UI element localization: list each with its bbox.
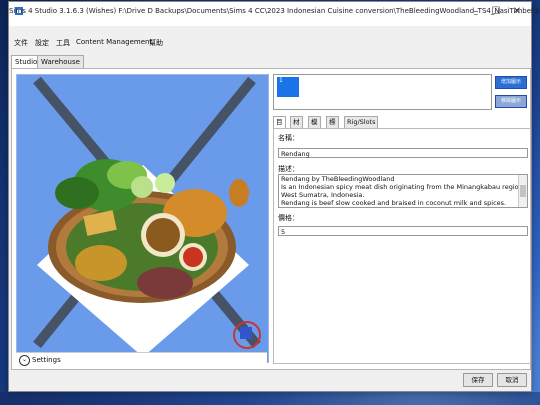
settings-toggle[interactable]: ⌄ Settings xyxy=(16,352,267,366)
name-label: 名稱： xyxy=(278,134,299,142)
tab-warehouse[interactable]: Warehouse xyxy=(37,55,84,68)
tab-model[interactable]: 模型 xyxy=(308,116,321,137)
model-preview[interactable] xyxy=(16,74,269,363)
title-bar: Sims 4 Studio 3.1.6.3 (Wishes) F:\Drive … xyxy=(9,2,540,26)
price-field[interactable]: 5 xyxy=(278,226,528,236)
window-title: Sims 4 Studio 3.1.6.3 (Wishes) F:\Drive … xyxy=(9,7,540,15)
chevron-down-icon: ⌄ xyxy=(19,355,30,366)
tab-shading[interactable]: 標籤 xyxy=(326,116,339,137)
description-label: 描述： xyxy=(278,165,299,173)
scrollbar-thumb[interactable] xyxy=(520,185,526,197)
taskbar xyxy=(0,392,540,405)
catalog-properties: 名稱： Rendang 描述： Rendang by TheBleedingWo… xyxy=(273,128,531,364)
tab-material[interactable]: 材質 xyxy=(290,116,303,137)
remove-thumbnail-button[interactable]: 移除圖示 xyxy=(495,95,527,108)
description-scrollbar[interactable] xyxy=(518,175,527,207)
cancel-button[interactable]: 取消 xyxy=(497,373,527,387)
app-window: Sims 4 Studio 3.1.6.3 (Wishes) F:\Drive … xyxy=(8,1,540,392)
dialog-buttons: 保存 取消 xyxy=(9,370,531,390)
description-line: Is an Indonesian spicy meat dish origina… xyxy=(281,183,528,191)
thumbnail-list: 1 xyxy=(273,74,492,110)
name-field[interactable]: Rendang xyxy=(278,148,528,158)
menu-help[interactable]: 幫助 xyxy=(149,38,163,48)
menu-content-management[interactable]: Content Management xyxy=(76,38,152,46)
menu-tools[interactable]: 工具 xyxy=(56,38,70,48)
minimize-button[interactable]: – xyxy=(465,3,487,21)
add-thumbnail-button[interactable]: 增加圖示 xyxy=(495,76,527,89)
description-line: West Sumatra, Indonesia. xyxy=(281,191,365,199)
description-line: Rendang is beef slow cooked and braised … xyxy=(281,199,507,207)
save-button[interactable]: 保存 xyxy=(463,373,493,387)
menu-settings[interactable]: 設定 xyxy=(35,38,49,48)
food-render xyxy=(33,76,261,357)
thumbnail-item[interactable]: 1 xyxy=(277,77,299,97)
studio-panel: ⌄ Settings 1 增加圖示 移除圖示 目錄 材質 模型 標籤 Rig/S… xyxy=(11,68,531,370)
tab-rig-slots[interactable]: Rig/Slots xyxy=(344,116,379,128)
description-line: Rendang by TheBleedingWoodland xyxy=(281,175,395,183)
price-label: 價格： xyxy=(278,214,299,222)
maximize-button[interactable]: ☐ xyxy=(485,3,507,21)
menu-file[interactable]: 文件 xyxy=(14,38,28,48)
close-button[interactable]: ✕ xyxy=(506,3,528,21)
description-field[interactable]: Rendang by TheBleedingWoodland Is an Ind… xyxy=(278,174,528,208)
settings-label: Settings xyxy=(32,356,61,364)
menu-bar: 文件 設定 工具 Content Management 幫助 xyxy=(9,36,531,50)
